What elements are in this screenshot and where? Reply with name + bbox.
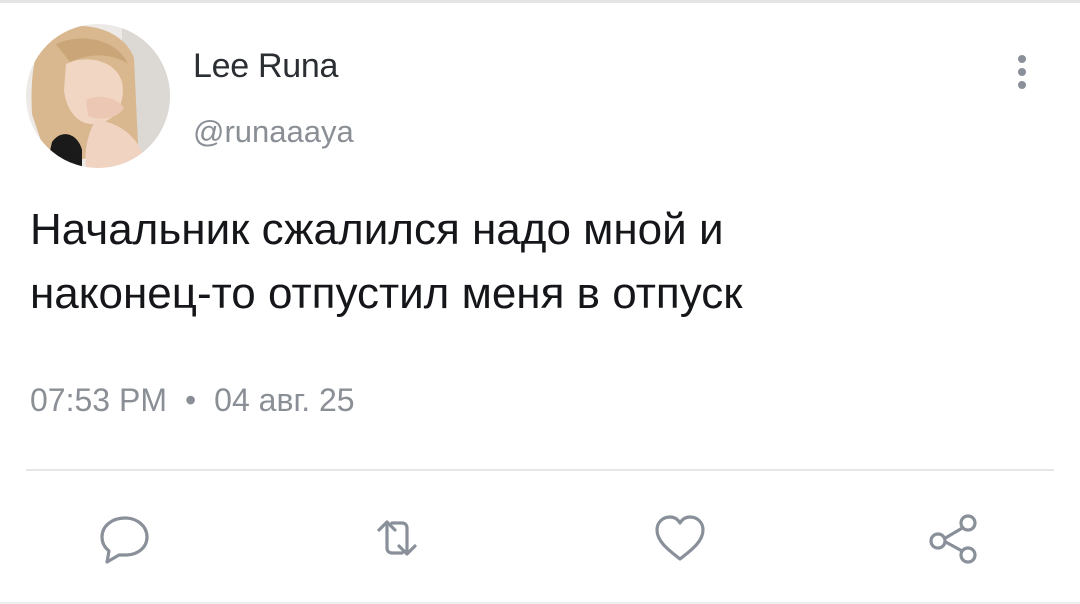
tweet-text-line: Начальник сжалился надо мной и [30, 205, 724, 254]
heart-icon [655, 515, 705, 561]
share-button[interactable] [925, 510, 981, 566]
divider [26, 469, 1054, 471]
retweet-button[interactable] [369, 510, 425, 566]
timestamp-row: 07:53 PM • 04 авг. 25 [30, 378, 355, 422]
avatar[interactable] [26, 24, 170, 168]
retweet-icon [377, 520, 417, 556]
tweet-text-line: наконец-то отпустил меня в отпуск [30, 269, 743, 318]
reply-icon [100, 516, 149, 564]
reply-button[interactable] [97, 510, 153, 566]
top-border [0, 0, 1080, 3]
share-icon [929, 514, 977, 564]
tweet-text: Начальник сжалился надо мной и наконец-т… [30, 198, 1030, 326]
more-options-button[interactable] [1004, 50, 1040, 94]
avatar-image [26, 24, 170, 168]
user-handle[interactable]: @runaaaya [193, 110, 354, 154]
display-name[interactable]: Lee Runa [193, 44, 338, 88]
tweet-date[interactable]: 04 авг. 25 [214, 382, 354, 418]
like-button[interactable] [652, 510, 708, 566]
tweet-time[interactable]: 07:53 PM [30, 382, 167, 418]
separator-dot: • [184, 382, 197, 418]
more-vertical-icon [1018, 55, 1026, 89]
